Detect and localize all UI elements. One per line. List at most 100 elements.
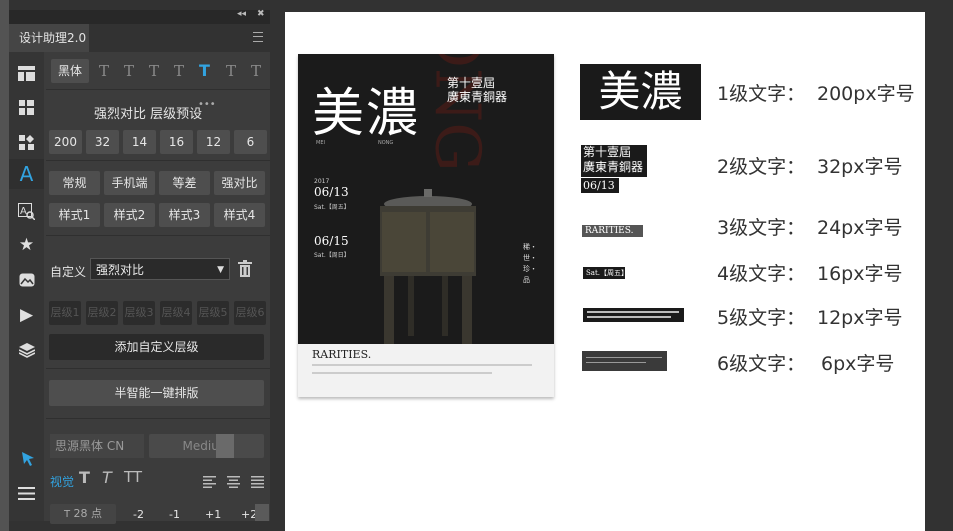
- level4-label: 4级文字：: [717, 263, 806, 285]
- level5-size: 12px字号: [817, 307, 903, 329]
- sample-level1: 美濃: [580, 64, 701, 120]
- text-style-icon-3[interactable]: T: [149, 62, 159, 80]
- level2-size: 32px字号: [817, 156, 903, 178]
- contrast-preset-label: 强烈对比 层级预设: [94, 107, 203, 122]
- level-button-5[interactable]: 层级5: [197, 301, 229, 325]
- level1-label: 1级文字：: [717, 83, 806, 105]
- level-button-2[interactable]: 层级2: [86, 301, 118, 325]
- poster-title: 美濃: [312, 84, 421, 144]
- poster-date2: 06/15: [314, 234, 349, 248]
- close-icon[interactable]: ✖: [257, 9, 265, 19]
- style-button-normal[interactable]: 常规: [49, 171, 100, 195]
- style-button-arith[interactable]: 等差: [159, 171, 210, 195]
- weight-slider-thumb[interactable]: [216, 434, 234, 458]
- sample-level3: RARITIES.: [582, 225, 643, 237]
- level-button-1[interactable]: 层级1: [49, 301, 81, 325]
- size-button-6[interactable]: 6: [234, 130, 267, 154]
- level1-size: 200px字号: [817, 83, 915, 105]
- grid-icon[interactable]: [9, 92, 44, 122]
- pin-icon[interactable]: [9, 444, 44, 474]
- level5-label: 5级文字：: [717, 307, 806, 329]
- play-icon[interactable]: ▶: [9, 300, 44, 330]
- poster-nong: NONG: [378, 140, 394, 146]
- level-button-4[interactable]: 层级4: [160, 301, 192, 325]
- font-weight-field[interactable]: Medium: [149, 434, 264, 458]
- menu-icon[interactable]: [9, 478, 44, 508]
- text-style-icon-4[interactable]: T: [174, 62, 184, 80]
- text-style-icon-1[interactable]: T: [99, 62, 109, 80]
- add-level-button[interactable]: 添加自定义层级: [49, 334, 264, 360]
- level-button-6[interactable]: 层级6: [234, 301, 266, 325]
- step-minus-1[interactable]: -1: [169, 508, 180, 521]
- font-size-icon: T: [63, 509, 71, 520]
- poster-rarities: RARITIES.: [312, 348, 372, 361]
- svg-text:A: A: [20, 206, 27, 217]
- text-bold-icon[interactable]: T: [79, 468, 90, 487]
- sample-level2-date: 06/13: [581, 178, 619, 193]
- custom-label: 自定义: [50, 265, 87, 279]
- step-plus-1[interactable]: +1: [205, 508, 221, 521]
- layout-icon[interactable]: [9, 58, 44, 88]
- size-button-1[interactable]: 200: [49, 130, 82, 154]
- smart-layout-button[interactable]: 半智能一键排版: [49, 380, 264, 406]
- widgets-icon[interactable]: [9, 127, 44, 157]
- collapse-icon[interactable]: ◂◂: [237, 9, 246, 19]
- style-button-1[interactable]: 样式1: [49, 203, 100, 227]
- text-icon[interactable]: A: [9, 159, 44, 189]
- text-style-icon-6[interactable]: T: [226, 62, 236, 80]
- font-name-field[interactable]: 思源黑体 CN: [50, 434, 144, 458]
- size-button-3[interactable]: 14: [123, 130, 156, 154]
- text-caps-icon[interactable]: TT: [124, 468, 142, 486]
- size-button-4[interactable]: 16: [160, 130, 193, 154]
- align-justify-icon[interactable]: [251, 473, 264, 492]
- design-assistant-panel: ◂◂ ✖ 设计助理2.0 A A ★ ▶ 黑体 T T T T T T T 强烈…: [9, 9, 270, 524]
- style-button-mobile[interactable]: 手机端: [104, 171, 155, 195]
- poster-vertical-text: 稀・世・珍・品: [523, 243, 537, 284]
- align-left-icon[interactable]: [203, 473, 216, 492]
- custom-select-value: 强烈对比: [96, 263, 145, 277]
- style-button-4[interactable]: 样式4: [214, 203, 265, 227]
- custom-select[interactable]: 强烈对比 ▼: [90, 258, 230, 280]
- level6-size: 6px字号: [821, 353, 895, 375]
- more-icon[interactable]: •••: [198, 99, 216, 110]
- level-button-3[interactable]: 层级3: [123, 301, 155, 325]
- text-style-icon-2[interactable]: T: [124, 62, 134, 80]
- text-style-icon-7[interactable]: T: [251, 62, 261, 80]
- poster-image: MEI NONG 美濃 第十壹屆 廣東青銅器 MEI NONG 2017 06/…: [298, 54, 554, 397]
- poster-sat2: Sat.【周日】: [314, 252, 350, 259]
- step-minus-2[interactable]: -2: [133, 508, 144, 521]
- text-search-icon[interactable]: A: [9, 196, 44, 226]
- size-button-2[interactable]: 32: [86, 130, 119, 154]
- style-button-3[interactable]: 样式3: [159, 203, 210, 227]
- size-button-5[interactable]: 12: [197, 130, 230, 154]
- level4-size: 16px字号: [817, 263, 903, 285]
- font-family-button[interactable]: 黑体: [51, 59, 89, 83]
- trash-icon[interactable]: [237, 260, 253, 282]
- level3-size: 24px字号: [817, 217, 903, 239]
- poster-date1: 06/13: [314, 185, 349, 199]
- panel-content: 黑体 T T T T T T T 强烈对比 层级预设 ••• 200 32 14…: [46, 52, 270, 524]
- panel-tab[interactable]: 设计助理2.0: [9, 24, 89, 52]
- sample-level4: Sat.【周五】: [583, 267, 628, 279]
- panel-tabbar: 设计助理2.0: [9, 24, 270, 52]
- sample-level2-line2: 廣東青銅器: [583, 160, 644, 174]
- image-icon[interactable]: [9, 265, 44, 295]
- poster-sub2: 廣東青銅器: [447, 90, 508, 104]
- bronze-vessel-image: [380, 189, 476, 344]
- tool-rail: A A ★ ▶: [9, 52, 44, 521]
- text-style-icon-active[interactable]: T: [199, 61, 210, 80]
- star-icon[interactable]: ★: [9, 230, 44, 260]
- style-button-2[interactable]: 样式2: [104, 203, 155, 227]
- panel-scrollbar[interactable]: [255, 504, 269, 521]
- text-italic-icon[interactable]: T: [102, 468, 112, 487]
- panel-menu-icon[interactable]: [253, 32, 263, 42]
- vision-label: 视觉: [50, 475, 75, 489]
- font-size-field[interactable]: T 28 点: [50, 504, 116, 524]
- workspace-edge: [0, 0, 9, 531]
- layers-icon[interactable]: [9, 335, 44, 365]
- style-button-contrast[interactable]: 强对比: [214, 171, 265, 195]
- align-center-icon[interactable]: [227, 473, 240, 492]
- chevron-down-icon: ▼: [217, 265, 224, 275]
- level3-label: 3级文字：: [717, 217, 806, 239]
- panel-top-strip: ◂◂ ✖: [9, 9, 270, 24]
